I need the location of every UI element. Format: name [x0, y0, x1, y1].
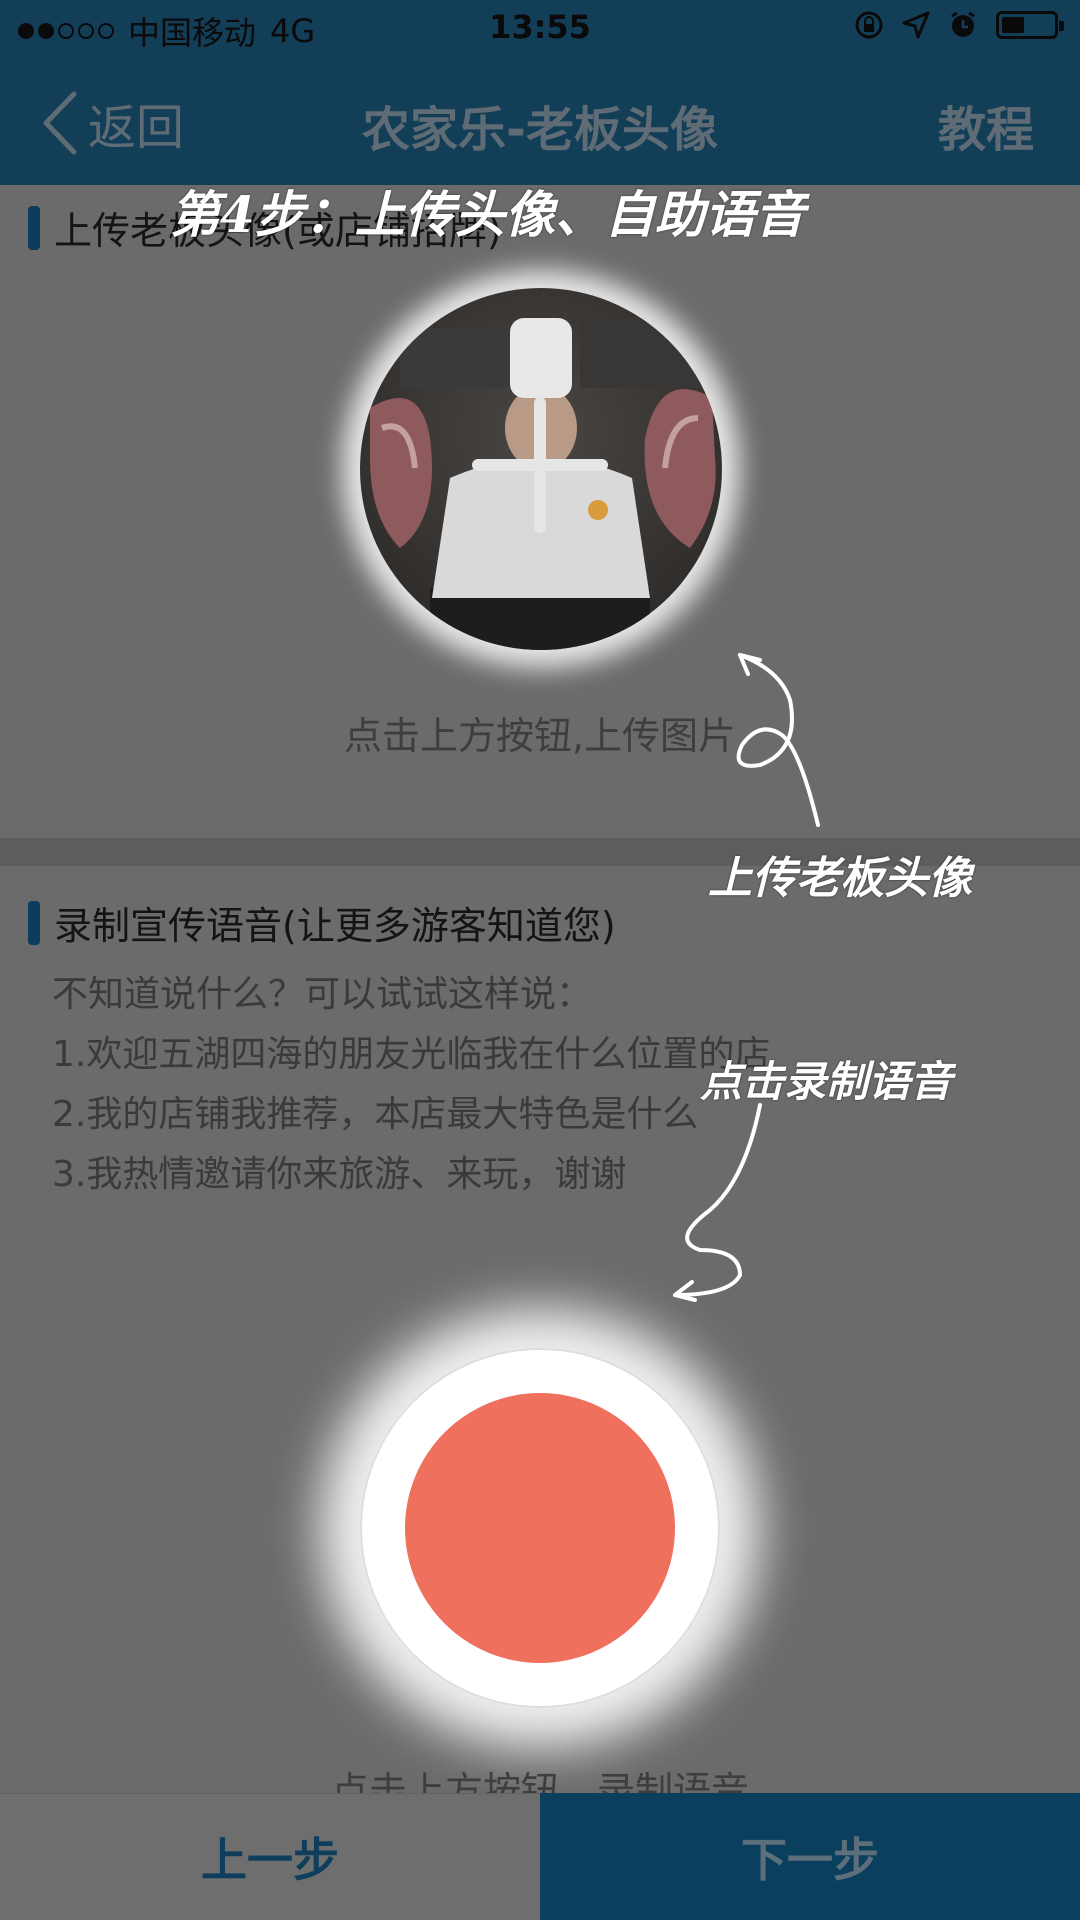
previous-step-button[interactable]: 上一步: [0, 1793, 540, 1920]
voice-tip-line: 不知道说什么？可以试试这样说：: [52, 974, 593, 1015]
voice-section-heading: 录制宣传语音(让更多游客知道您): [28, 895, 616, 950]
bottom-bar: 上一步 下一步: [0, 1793, 1080, 1920]
tutorial-step-title: 第4步：上传头像、自助语音: [170, 185, 805, 244]
status-bar: 中国移动 4G 13:55: [0, 0, 1080, 60]
location-arrow-icon: [902, 11, 930, 39]
avatar-upload-hint: 点击上方按钮,上传图片: [343, 714, 737, 758]
avatar-note-arrow-icon: [736, 653, 820, 827]
tutorial-button[interactable]: 教程: [938, 90, 1034, 160]
battery-icon: [996, 11, 1064, 39]
status-right: [854, 10, 1064, 40]
record-voice-button[interactable]: [405, 1393, 675, 1663]
avatar-note: 上传老板头像: [708, 853, 972, 904]
plus-icon-vertical: [534, 397, 546, 533]
voice-tip-line: 1.欢迎五湖四海的朋友光临我在什么位置的店: [52, 1034, 771, 1075]
record-hint: 点击上方按钮，录制语音: [330, 1769, 749, 1793]
section-marker: [28, 205, 40, 250]
alarm-icon: [951, 11, 975, 37]
section-marker: [28, 900, 40, 945]
navigation-bar: 返回 农家乐-老板头像 教程: [0, 60, 1080, 185]
voice-section-title: 录制宣传语音(让更多游客知道您): [54, 904, 616, 948]
page-title: 农家乐-老板头像: [362, 102, 718, 158]
record-note-arrow-icon: [673, 1103, 762, 1302]
orientation-lock-icon: [855, 11, 883, 39]
next-step-button[interactable]: 下一步: [540, 1793, 1080, 1920]
